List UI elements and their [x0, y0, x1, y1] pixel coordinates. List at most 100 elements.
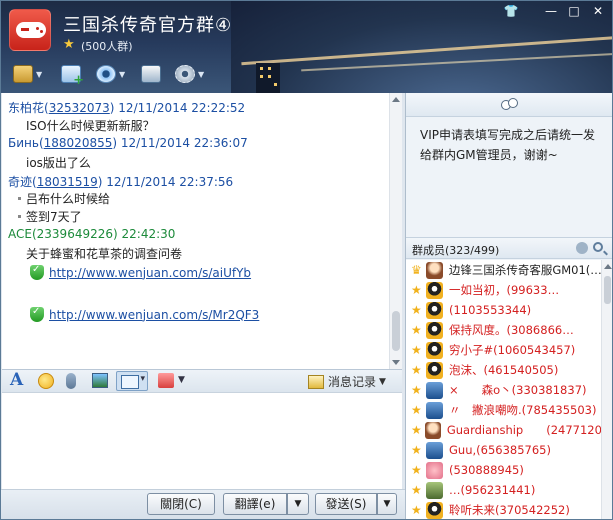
member-name: …(956231441): [449, 483, 536, 497]
member-row[interactable]: ★ (530888945): [406, 460, 601, 480]
group-app-button[interactable]: [61, 63, 84, 88]
scroll-up-icon[interactable]: [604, 264, 612, 269]
survey-link[interactable]: http://www.wenjuan.com/s/aiUfYb: [49, 266, 251, 280]
image-icon[interactable]: [92, 373, 108, 388]
group-avatar[interactable]: [9, 9, 51, 51]
member-scrollbar[interactable]: [601, 260, 612, 519]
minimize-button[interactable]: —: [541, 3, 561, 19]
title-bar: 三国杀传奇官方群④ ★ (500人群) 👕 — □ ✕ ▼ ▼ ▼: [1, 1, 612, 93]
member-row[interactable]: ★ 一如当初，(99633…: [406, 280, 601, 300]
member-name: Guardianship (2477120…: [446, 423, 601, 437]
star-badge-icon: ★: [411, 443, 422, 457]
settings-icon: [175, 65, 195, 83]
avatar: [426, 481, 443, 499]
translate-options-button[interactable]: ▼: [287, 493, 309, 515]
skin-building: [256, 63, 280, 93]
member-row[interactable]: ★ 穷小子#(1060543457): [406, 340, 601, 360]
shield-icon: [30, 306, 44, 322]
star-badge-icon: ★: [411, 403, 422, 417]
sender-name[interactable]: 东柏花: [8, 101, 44, 115]
sender-name[interactable]: Бинь: [8, 136, 39, 150]
chat-scrollbar[interactable]: [389, 93, 402, 369]
maximize-button[interactable]: □: [564, 3, 584, 19]
message-text: 签到7天了: [26, 210, 82, 224]
avatar: [425, 261, 443, 279]
add-app-icon: [61, 65, 84, 88]
microphone-icon[interactable]: [66, 373, 76, 389]
emoji-icon[interactable]: [38, 373, 54, 389]
sender-id[interactable]: 2339649226: [37, 227, 113, 241]
sender-id[interactable]: 188020855: [44, 136, 113, 150]
video-icon: [96, 65, 116, 83]
member-row[interactable]: ★ …(956231441): [406, 480, 601, 500]
scroll-down-icon[interactable]: [392, 360, 400, 365]
member-row[interactable]: ★ × 森o丶(330381837): [406, 380, 601, 400]
screenshot-icon[interactable]: [116, 371, 148, 391]
message-text: 关于蜂蜜和花草茶的调查问卷: [26, 247, 183, 261]
scroll-thumb[interactable]: [604, 276, 611, 304]
sender-id[interactable]: 32532073: [49, 101, 110, 115]
bullet-dot: [18, 197, 21, 200]
chat-history[interactable]: 东柏花(32532073) 12/11/2014 22:22:52 ISO什么时…: [2, 93, 402, 369]
sender-name[interactable]: ACE: [8, 227, 32, 241]
gamepad-icon: [16, 22, 46, 38]
group-title[interactable]: 三国杀传奇官方群④: [63, 11, 232, 37]
translate-button[interactable]: 翻譯(e): [223, 493, 287, 515]
add-member-icon[interactable]: [576, 242, 588, 254]
member-row[interactable]: ♛ 边锋三国杀传奇客服GM01(…: [406, 260, 601, 280]
settings-button[interactable]: ▼: [175, 63, 204, 85]
avatar: [426, 401, 443, 419]
member-row[interactable]: ★ Guu,(656385765): [406, 440, 601, 460]
member-row[interactable]: ★ 聆听未来(370542252): [406, 500, 601, 519]
history-icon: [308, 374, 324, 389]
avatar: [425, 421, 441, 439]
message-text: ISO什么时候更新新服？: [26, 119, 155, 133]
message-time: 22:42:30: [121, 227, 176, 241]
video-button[interactable]: ▼: [96, 63, 125, 85]
group-files-button[interactable]: ▼: [13, 63, 42, 85]
survey-link[interactable]: http://www.wenjuan.com/s/Mr2QF3: [49, 308, 259, 322]
star-badge-icon: ★: [411, 343, 422, 357]
close-button[interactable]: ✕: [588, 3, 608, 19]
member-row[interactable]: ★ 保持风度。(3086866…: [406, 320, 601, 340]
member-count: (500人群): [81, 40, 133, 53]
member-name: 边锋三国杀传奇客服GM01(…: [448, 263, 601, 277]
search-icon[interactable]: [593, 242, 603, 252]
notice-header: [406, 93, 612, 117]
send-button[interactable]: 發送(S): [315, 493, 377, 515]
close-chat-button[interactable]: 關閉(C): [147, 493, 215, 515]
message-input[interactable]: [2, 393, 402, 489]
skin-icon[interactable]: 👕: [501, 3, 521, 19]
star-badge-icon: ★: [411, 363, 422, 377]
message-header: 东柏花(32532073) 12/11/2014 22:22:52: [8, 101, 246, 115]
scroll-up-icon[interactable]: [392, 97, 400, 102]
member-row[interactable]: ★ Guardianship (2477120…: [406, 420, 601, 440]
message-header: Бинь(188020855) 12/11/2014 22:36:07: [8, 136, 248, 150]
member-list[interactable]: ♛ 边锋三国杀传奇客服GM01(… ★ 一如当初，(99633… ★ (110355334…: [406, 260, 601, 519]
star-badge-icon: ★: [411, 503, 422, 517]
font-icon[interactable]: A: [10, 370, 23, 390]
scroll-thumb[interactable]: [392, 311, 400, 351]
member-name: 聆听未来(370542252): [449, 503, 570, 517]
send-options-button[interactable]: ▼: [377, 493, 397, 515]
announcement-button[interactable]: [141, 63, 161, 85]
message-time: 12/11/2014 22:36:07: [120, 136, 248, 150]
message-history-button[interactable]: 消息记录 ▼: [308, 373, 386, 390]
avatar: [426, 321, 443, 339]
member-row[interactable]: ★ 〃 撇浪嘲吻.(785435503): [406, 400, 601, 420]
member-row[interactable]: ★ (1103553344): [406, 300, 601, 320]
star-icon: ★: [63, 37, 75, 52]
members-icon[interactable]: [500, 98, 518, 112]
sender-name[interactable]: 奇迹: [8, 175, 32, 189]
gift-icon[interactable]: [158, 373, 174, 388]
chevron-down-icon: ▼: [119, 69, 126, 79]
star-badge-icon: ★: [411, 423, 422, 437]
chevron-down-icon[interactable]: ▼: [178, 375, 185, 393]
safe-link: http://www.wenjuan.com/s/Mr2QF3: [30, 306, 259, 322]
message-time: 12/11/2014 22:22:52: [118, 101, 246, 115]
member-row[interactable]: ★ 泡沫、(461540505): [406, 360, 601, 380]
avatar: [426, 361, 443, 379]
avatar: [426, 501, 443, 519]
avatar: [426, 441, 443, 459]
sender-id[interactable]: 18031519: [37, 175, 98, 189]
